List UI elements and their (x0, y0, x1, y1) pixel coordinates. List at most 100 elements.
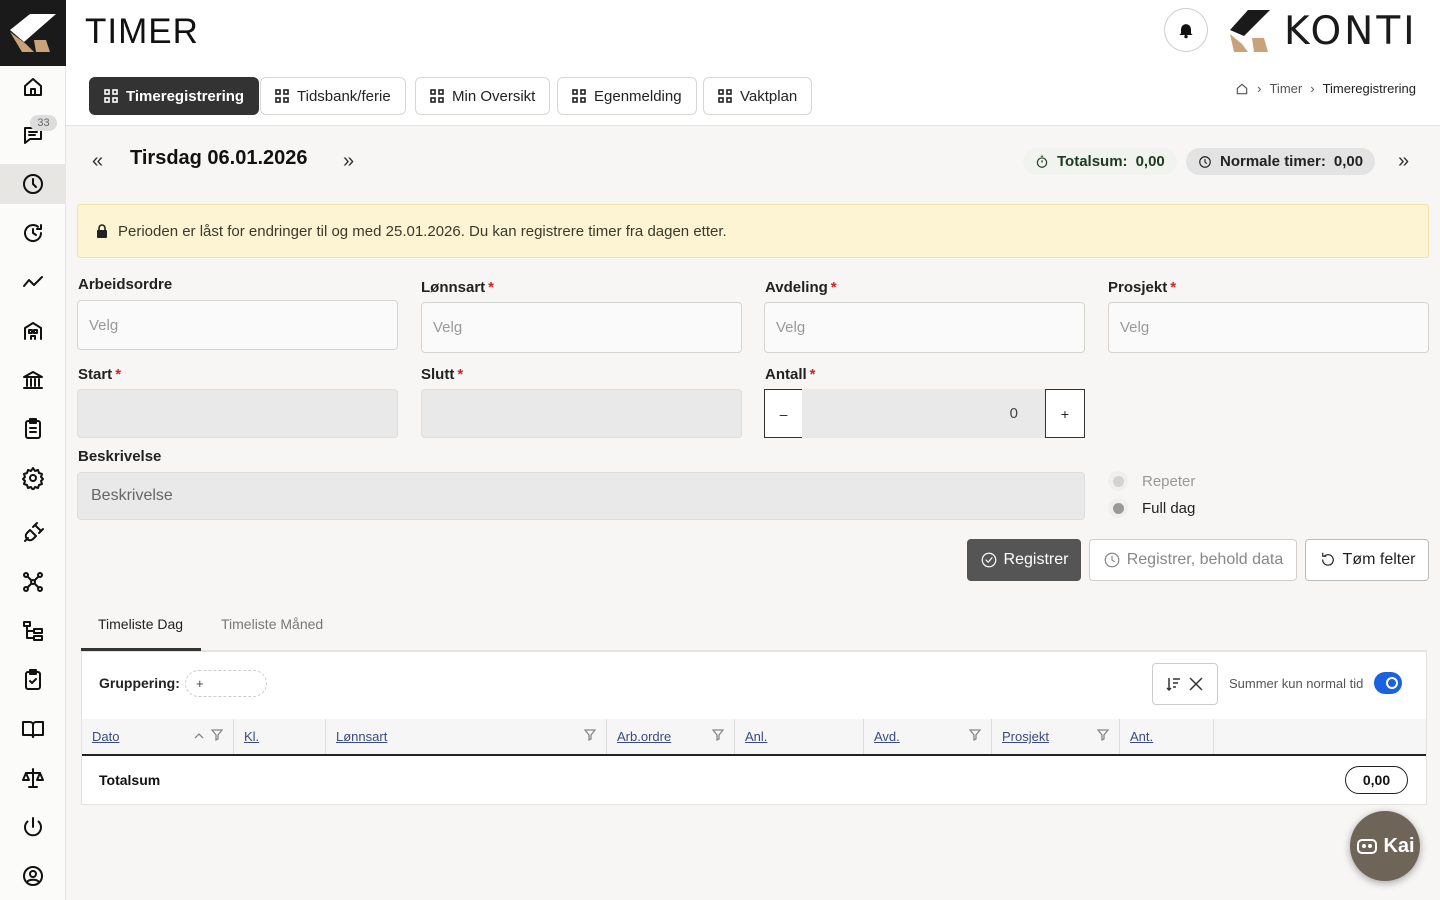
full-dag-radio[interactable] (1108, 498, 1128, 518)
nav-bank[interactable] (0, 360, 66, 400)
date-navigation: « Tirsdag 06.01.2026 » Totalsum: 0,00 No… (80, 140, 1430, 182)
register-label: Registrer (1003, 551, 1069, 568)
tree-icon (23, 621, 43, 641)
column-arbordre[interactable]: Arb.ordre (607, 719, 735, 754)
network-icon (23, 572, 43, 592)
filter-icon[interactable] (584, 729, 596, 741)
column-anl[interactable]: Anl. (735, 719, 864, 754)
register-keep-data-button[interactable]: Registrer, behold data (1089, 539, 1297, 581)
tab-min-oversikt[interactable]: Min Oversikt (415, 77, 551, 115)
filter-icon[interactable] (712, 729, 724, 741)
grid-icon (572, 89, 586, 103)
column-kl[interactable]: Kl. (234, 719, 326, 754)
repeter-option[interactable]: Repeter (1108, 471, 1195, 491)
tab-vaktplan[interactable]: Vaktplan (703, 77, 813, 115)
konti-logo-mark[interactable] (0, 0, 66, 66)
breadcrumb-timer[interactable]: Timer (1269, 81, 1302, 96)
tab-label: Egenmelding (594, 87, 682, 105)
required-mark: * (488, 279, 495, 296)
start-time-input[interactable] (77, 389, 398, 438)
avdeling-placeholder: Velg (776, 319, 806, 336)
nav-timer[interactable] (0, 164, 66, 204)
nav-handbook[interactable] (0, 709, 66, 749)
filter-icon[interactable] (211, 729, 223, 741)
nav-history[interactable] (0, 213, 66, 253)
tab-timeregistrering[interactable]: Timeregistrering (89, 77, 260, 115)
arbeidsordre-select[interactable]: Velg (77, 300, 398, 350)
required-mark: * (457, 366, 464, 383)
full-dag-option[interactable]: Full dag (1108, 498, 1195, 518)
nav-tasks[interactable] (0, 660, 66, 700)
filter-icon[interactable] (969, 729, 981, 741)
clock-history-icon (24, 224, 43, 242)
previous-day-icon[interactable]: « (92, 150, 103, 173)
end-time-input[interactable] (421, 389, 742, 438)
prosjekt-select[interactable]: Velg (1108, 302, 1429, 353)
home-icon[interactable] (1235, 82, 1249, 96)
clear-sort-button[interactable] (1152, 663, 1218, 705)
kai-assistant-button[interactable]: Kai (1350, 811, 1420, 881)
antall-label: Antall * (765, 366, 816, 383)
clock-icon (1104, 552, 1120, 568)
lock-icon (97, 224, 107, 238)
filter-icon[interactable] (1097, 729, 1109, 741)
repeter-radio[interactable] (1108, 471, 1128, 491)
clear-fields-button[interactable]: Tøm felter (1305, 539, 1429, 581)
nav-integrations[interactable] (0, 513, 66, 553)
antall-input[interactable]: 0 (802, 389, 1045, 438)
nav-buildings[interactable] (0, 311, 66, 351)
beskrivelse-input[interactable]: Beskrivelse (77, 472, 1085, 520)
prosjekt-placeholder: Velg (1120, 319, 1150, 336)
expand-right-icon[interactable]: » (1398, 150, 1409, 173)
nav-logout[interactable] (0, 807, 66, 847)
start-label: Start * (78, 366, 122, 383)
column-prosjekt[interactable]: Prosjekt (992, 719, 1120, 754)
kai-label: Kai (1383, 834, 1415, 857)
nav-statistics[interactable] (0, 262, 66, 302)
nav-profile[interactable] (0, 856, 66, 896)
nav-settings[interactable] (0, 458, 66, 498)
lonnsart-select[interactable]: Velg (421, 302, 742, 353)
nav-home[interactable] (0, 67, 66, 107)
notifications-button[interactable] (1164, 8, 1208, 52)
power-icon (24, 817, 42, 837)
lonnsart-label: Lønnsart * (421, 279, 495, 296)
home-icon (24, 78, 42, 96)
tab-timeliste-dag[interactable]: Timeliste Dag (98, 616, 183, 632)
check-circle-icon (981, 552, 996, 568)
tab-egenmelding[interactable]: Egenmelding (557, 77, 697, 115)
totalsum-badge: Totalsum: 0,00 (1023, 148, 1177, 175)
konti-logo-icon (1230, 10, 1270, 52)
clear-fields-label: Tøm felter (1342, 551, 1416, 568)
sort-asc-icon[interactable] (193, 730, 205, 742)
bank-icon (23, 371, 43, 389)
antall-increment-button[interactable]: + (1045, 389, 1085, 438)
column-avd[interactable]: Avd. (864, 719, 992, 754)
nav-legal[interactable] (0, 758, 66, 798)
column-dato[interactable]: Dato (82, 719, 234, 754)
grid-icon (275, 89, 289, 103)
nav-network[interactable] (0, 562, 66, 602)
sum-normal-time-toggle[interactable] (1374, 672, 1402, 694)
tab-label: Tidsbank/ferie (297, 87, 391, 105)
nav-hierarchy[interactable] (0, 611, 66, 651)
top-header: TIMER KONTI (66, 0, 1440, 66)
avdeling-label: Avdeling * (765, 279, 837, 296)
column-lonnsart[interactable]: Lønnsart (326, 719, 607, 754)
tab-tidsbank-ferie[interactable]: Tidsbank/ferie (260, 77, 406, 115)
add-grouping-button[interactable]: + (185, 670, 267, 697)
grid-icon (104, 89, 118, 103)
tab-timeliste-maned[interactable]: Timeliste Måned (221, 616, 323, 632)
current-date: Tirsdag 06.01.2026 (130, 147, 308, 169)
prosjekt-label: Prosjekt * (1108, 279, 1177, 296)
antall-decrement-button[interactable]: – (764, 389, 803, 438)
normal-hours-badge: Normale timer: 0,00 (1186, 148, 1376, 175)
avdeling-select[interactable]: Velg (764, 302, 1085, 353)
column-ant[interactable]: Ant. (1120, 719, 1214, 754)
next-day-icon[interactable]: » (343, 150, 354, 173)
arbeidsordre-placeholder: Velg (89, 316, 119, 334)
grouping-label: Gruppering: (99, 675, 180, 691)
register-button[interactable]: Registrer (967, 539, 1081, 581)
alert-text: Perioden er låst for endringer til og me… (118, 222, 727, 240)
nav-checklist[interactable] (0, 409, 66, 449)
